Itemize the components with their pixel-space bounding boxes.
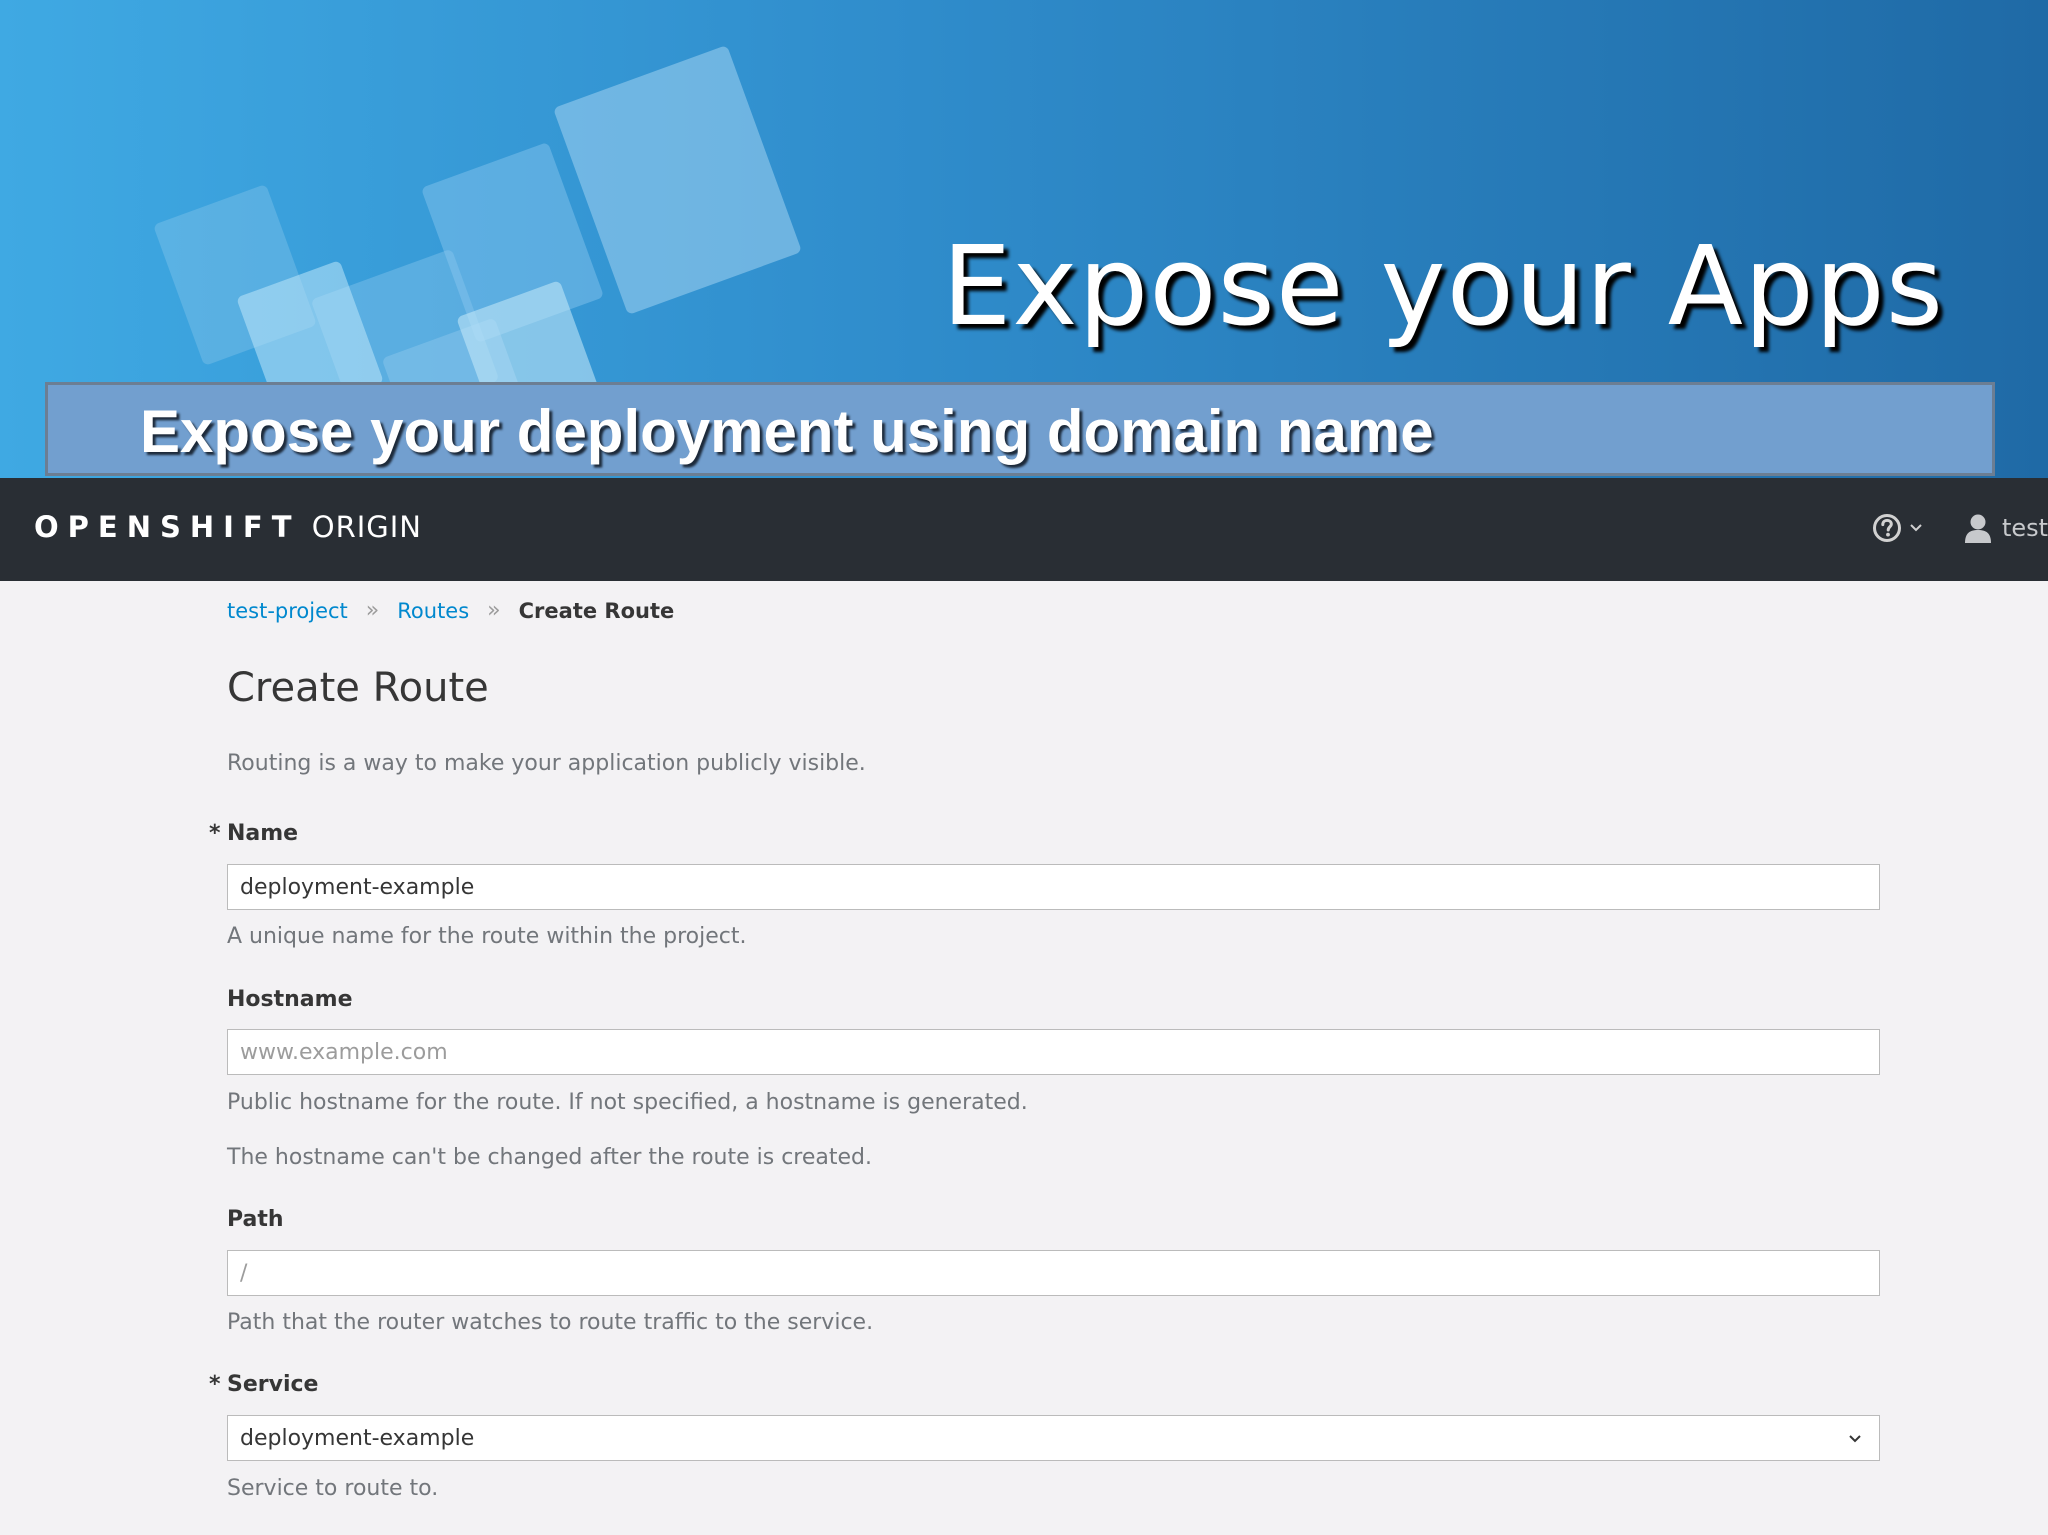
- user-menu-button[interactable]: test: [1964, 508, 2048, 548]
- service-required-marker: *: [209, 1372, 221, 1397]
- user-icon: [1965, 514, 1991, 543]
- service-label: Service: [227, 1372, 319, 1397]
- page-description: Routing is a way to make your applicatio…: [227, 751, 866, 776]
- name-help-text: A unique name for the route within the p…: [227, 924, 747, 949]
- path-help-text: Path that the router watches to route tr…: [227, 1310, 874, 1335]
- hostname-immutable-note: The hostname can't be changed after the …: [227, 1145, 873, 1170]
- hostname-help-text: Public hostname for the route. If not sp…: [227, 1090, 1028, 1115]
- name-input[interactable]: [227, 864, 1880, 910]
- question-circle-icon: [1873, 514, 1901, 542]
- slide-title: Expose your Apps: [941, 222, 1944, 350]
- breadcrumb-routes-link[interactable]: Routes: [397, 599, 469, 623]
- slide-banner: Expose your Apps Expose your deployment …: [0, 0, 2048, 478]
- openshift-logo[interactable]: OPENSHIFT ORIGIN: [34, 510, 422, 544]
- path-label: Path: [227, 1207, 284, 1232]
- service-help-text: Service to route to.: [227, 1476, 439, 1501]
- top-navbar: OPENSHIFT ORIGIN test: [0, 478, 2048, 581]
- breadcrumb-project-link[interactable]: test-project: [227, 599, 348, 623]
- page-title: Create Route: [227, 665, 489, 711]
- help-menu-button[interactable]: [1872, 508, 1932, 548]
- brand-sub: ORIGIN: [311, 510, 422, 544]
- name-required-marker: *: [209, 821, 221, 846]
- breadcrumb-separator-icon: »: [365, 598, 380, 623]
- breadcrumb: test-project » Routes » Create Route: [227, 598, 674, 623]
- slide-subtitle-bar: Expose your deployment using domain name: [45, 382, 1995, 476]
- breadcrumb-separator-icon: »: [487, 598, 501, 623]
- chevron-down-icon: [1910, 524, 1922, 532]
- name-label: Name: [227, 821, 299, 846]
- breadcrumb-current: Create Route: [518, 598, 675, 623]
- slide-subtitle: Expose your deployment using domain name: [140, 398, 1434, 465]
- service-select[interactable]: deployment-example: [227, 1415, 1880, 1461]
- username: test: [2002, 514, 2048, 542]
- hostname-input[interactable]: [227, 1029, 1880, 1075]
- hostname-label: Hostname: [227, 987, 353, 1012]
- service-selected-value: deployment-example: [240, 1425, 475, 1451]
- path-input[interactable]: [227, 1250, 1880, 1296]
- chevron-down-icon: [1849, 1435, 1861, 1443]
- brand-main: OPENSHIFT: [34, 510, 301, 544]
